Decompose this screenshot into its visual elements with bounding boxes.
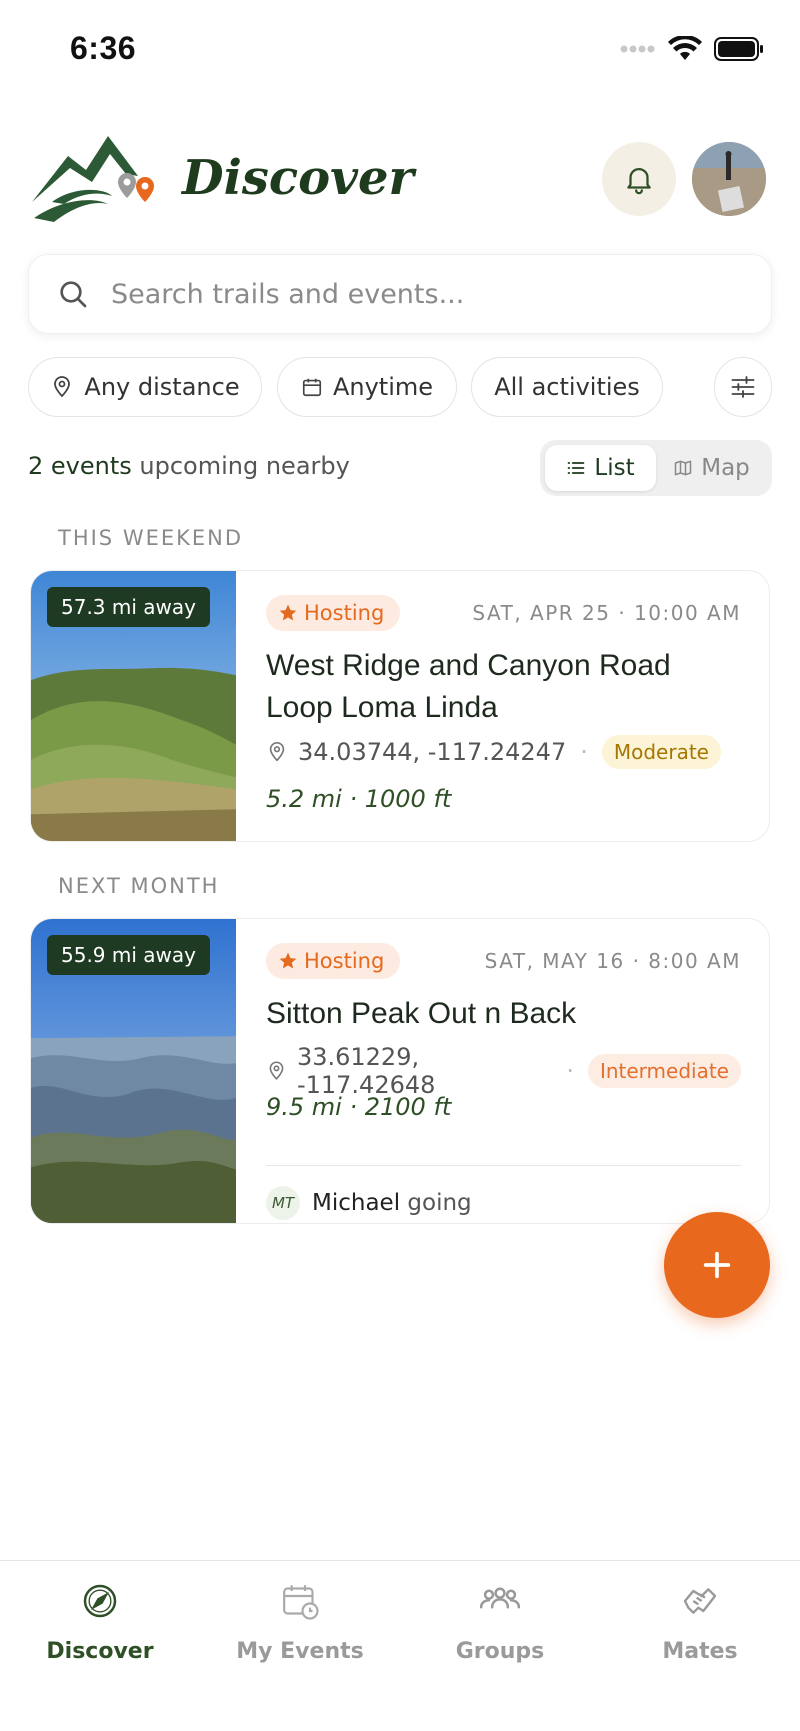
event-date: SAT, APR 25 · 10:00 AM — [472, 601, 741, 625]
avatar-photo — [692, 142, 766, 216]
results-count: 2 events upcoming nearby — [28, 452, 350, 480]
activity-filter-label: All activities — [494, 373, 640, 401]
section-label-this-weekend: THIS WEEKEND — [58, 526, 244, 550]
filter-settings-button[interactable] — [714, 357, 772, 417]
event-location-row: 33.61229, -117.42648 · Intermediate — [266, 1043, 741, 1099]
handshake-icon — [683, 1588, 717, 1614]
section-label-next-month: NEXT MONTH — [58, 874, 220, 898]
map-pin-icon — [269, 742, 285, 762]
distance-badge: 55.9 mi away — [47, 935, 210, 975]
distance-filter-chip[interactable]: Any distance — [28, 357, 262, 417]
bottom-tab-bar: Discover My Events Groups Mates — [0, 1560, 800, 1731]
list-icon — [568, 462, 585, 474]
attendees-row[interactable]: MT Michael going — [266, 1186, 472, 1220]
date-filter-label: Anytime — [332, 373, 434, 401]
user-avatar[interactable] — [692, 142, 766, 216]
tab-my-events[interactable]: My Events — [200, 1581, 400, 1664]
attendee-text: Michael going — [312, 1190, 472, 1216]
results-summary-row: 2 events upcoming nearby List Map — [28, 440, 772, 496]
event-title: West Ridge and Canyon Road Loop Loma Lin… — [266, 649, 671, 724]
star-icon — [279, 604, 297, 621]
tab-groups-label: Groups — [455, 1639, 545, 1664]
create-event-button[interactable] — [664, 1212, 770, 1318]
notifications-button[interactable] — [602, 142, 676, 216]
hosting-label: Hosting — [304, 601, 385, 625]
people-icon — [479, 1587, 521, 1609]
status-icons — [620, 36, 764, 62]
tab-mates-label: Mates — [662, 1639, 738, 1664]
separator-dot: · — [566, 1057, 574, 1085]
hosting-label: Hosting — [304, 949, 385, 973]
search-icon — [60, 281, 87, 308]
list-view-label: List — [594, 455, 635, 481]
calendar-clock-icon — [283, 1585, 319, 1620]
difficulty-badge: Intermediate — [587, 1054, 741, 1088]
filter-row: Any distance Anytime All activities — [28, 357, 772, 417]
event-location-row: 34.03744, -117.24247 · Moderate — [266, 735, 721, 769]
tab-my-events-label: My Events — [236, 1639, 364, 1664]
signal-icon — [620, 45, 655, 53]
map-pin-icon — [54, 376, 71, 398]
event-stats: 5.2 mi · 1000 ft — [266, 785, 452, 813]
event-card[interactable]: 57.3 mi away Hosting SAT, APR 25 · 10:00… — [30, 570, 770, 842]
search-bar[interactable] — [28, 254, 772, 334]
event-card-body: Hosting SAT, APR 25 · 10:00 AM West Ridg… — [266, 595, 741, 841]
event-coordinates: 33.61229, -117.42648 — [296, 1043, 436, 1099]
hosting-badge: Hosting — [266, 943, 401, 979]
event-card[interactable]: 55.9 mi away Hosting SAT, MAY 16 · 8:00 … — [30, 918, 770, 1224]
plus-icon — [703, 1251, 731, 1279]
map-icon — [674, 460, 692, 476]
event-stats: 9.5 mi · 2100 ft — [266, 1093, 452, 1121]
battery-icon — [714, 37, 763, 61]
event-date: SAT, MAY 16 · 8:00 AM — [484, 949, 741, 973]
map-view-button[interactable]: Map — [656, 445, 767, 491]
search-input[interactable] — [111, 278, 711, 310]
results-count-number: 2 events — [28, 452, 132, 480]
map-view-label: Map — [701, 455, 750, 481]
status-bar: 6:36 — [0, 0, 800, 100]
hosting-badge: Hosting — [266, 595, 401, 631]
date-filter-chip[interactable]: Anytime — [277, 357, 457, 417]
status-time: 6:36 — [70, 30, 137, 66]
attendee-avatar: MT — [266, 1186, 300, 1220]
card-divider — [266, 1165, 741, 1166]
sliders-icon — [731, 376, 755, 398]
page-title: Discover — [182, 150, 414, 206]
attendee-status: going — [400, 1190, 472, 1216]
difficulty-badge: Moderate — [601, 735, 721, 769]
distance-badge: 57.3 mi away — [47, 587, 210, 627]
app-logo — [32, 136, 154, 222]
distance-filter-label: Any distance — [84, 373, 240, 401]
tab-groups[interactable]: Groups — [400, 1581, 600, 1664]
compass-icon — [83, 1584, 117, 1618]
activity-filter-chip[interactable]: All activities — [471, 357, 663, 417]
event-title: Sitton Peak Out n Back — [266, 997, 577, 1030]
wifi-icon — [668, 36, 702, 60]
star-icon — [279, 952, 297, 969]
bell-icon — [627, 168, 651, 195]
view-toggle: List Map — [540, 440, 772, 496]
tab-discover[interactable]: Discover — [0, 1581, 200, 1664]
header: Discover — [30, 130, 770, 222]
event-card-body: Hosting SAT, MAY 16 · 8:00 AM Sitton Pea… — [266, 943, 741, 1223]
separator-dot: · — [580, 738, 588, 766]
calendar-icon — [302, 378, 322, 397]
map-pin-icon — [269, 1061, 284, 1080]
event-coordinates: 34.03744, -117.24247 — [298, 738, 567, 766]
tab-mates[interactable]: Mates — [600, 1581, 800, 1664]
attendee-name: Michael — [312, 1190, 401, 1216]
tab-discover-label: Discover — [46, 1639, 154, 1664]
results-count-suffix: upcoming nearby — [131, 452, 350, 480]
list-view-button[interactable]: List — [545, 445, 656, 491]
